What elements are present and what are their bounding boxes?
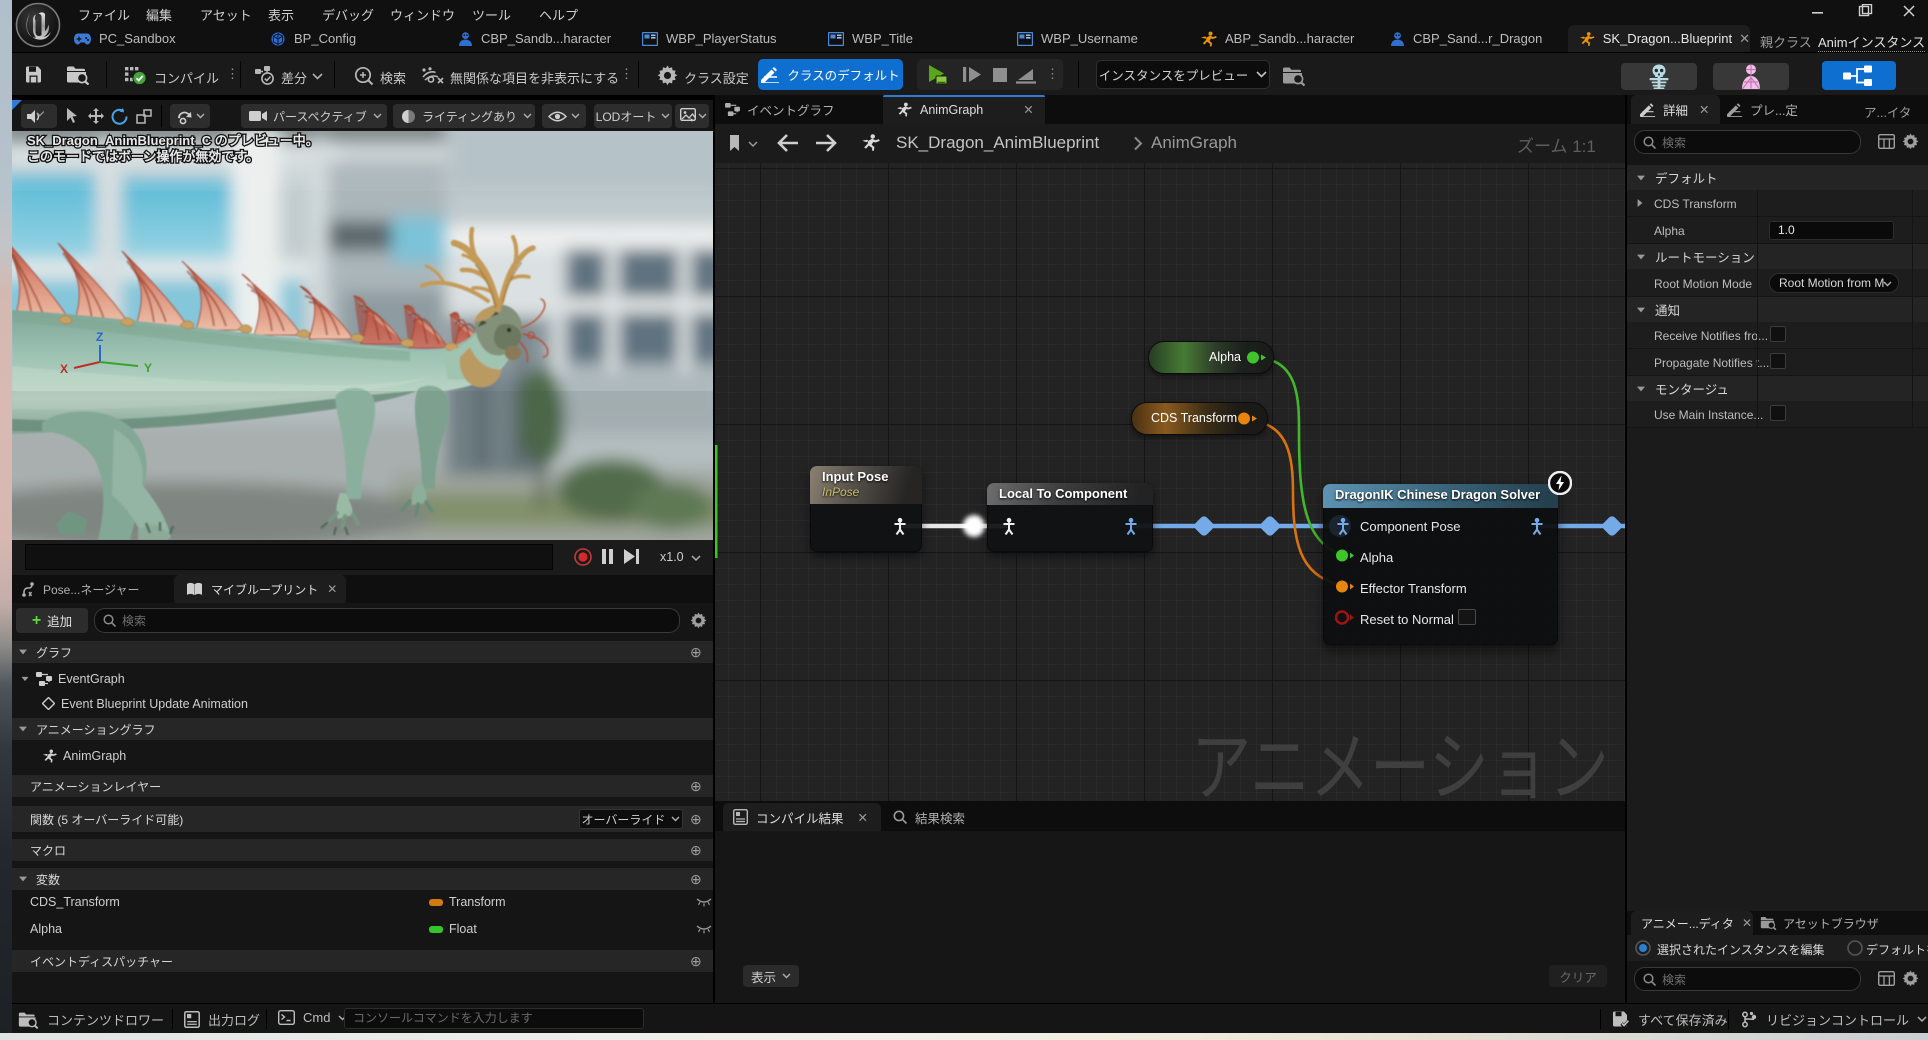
svg-text:X: X: [60, 362, 68, 376]
svg-text:このモードではボーン操作が無効です。: このモードではボーン操作が無効です。: [27, 149, 259, 164]
svg-text:Z: Z: [96, 330, 103, 344]
svg-text:Y: Y: [144, 361, 152, 375]
svg-text:SK_Dragon_AnimBlueprint_C のプレビ: SK_Dragon_AnimBlueprint_C のプレビュー中。: [27, 133, 319, 148]
